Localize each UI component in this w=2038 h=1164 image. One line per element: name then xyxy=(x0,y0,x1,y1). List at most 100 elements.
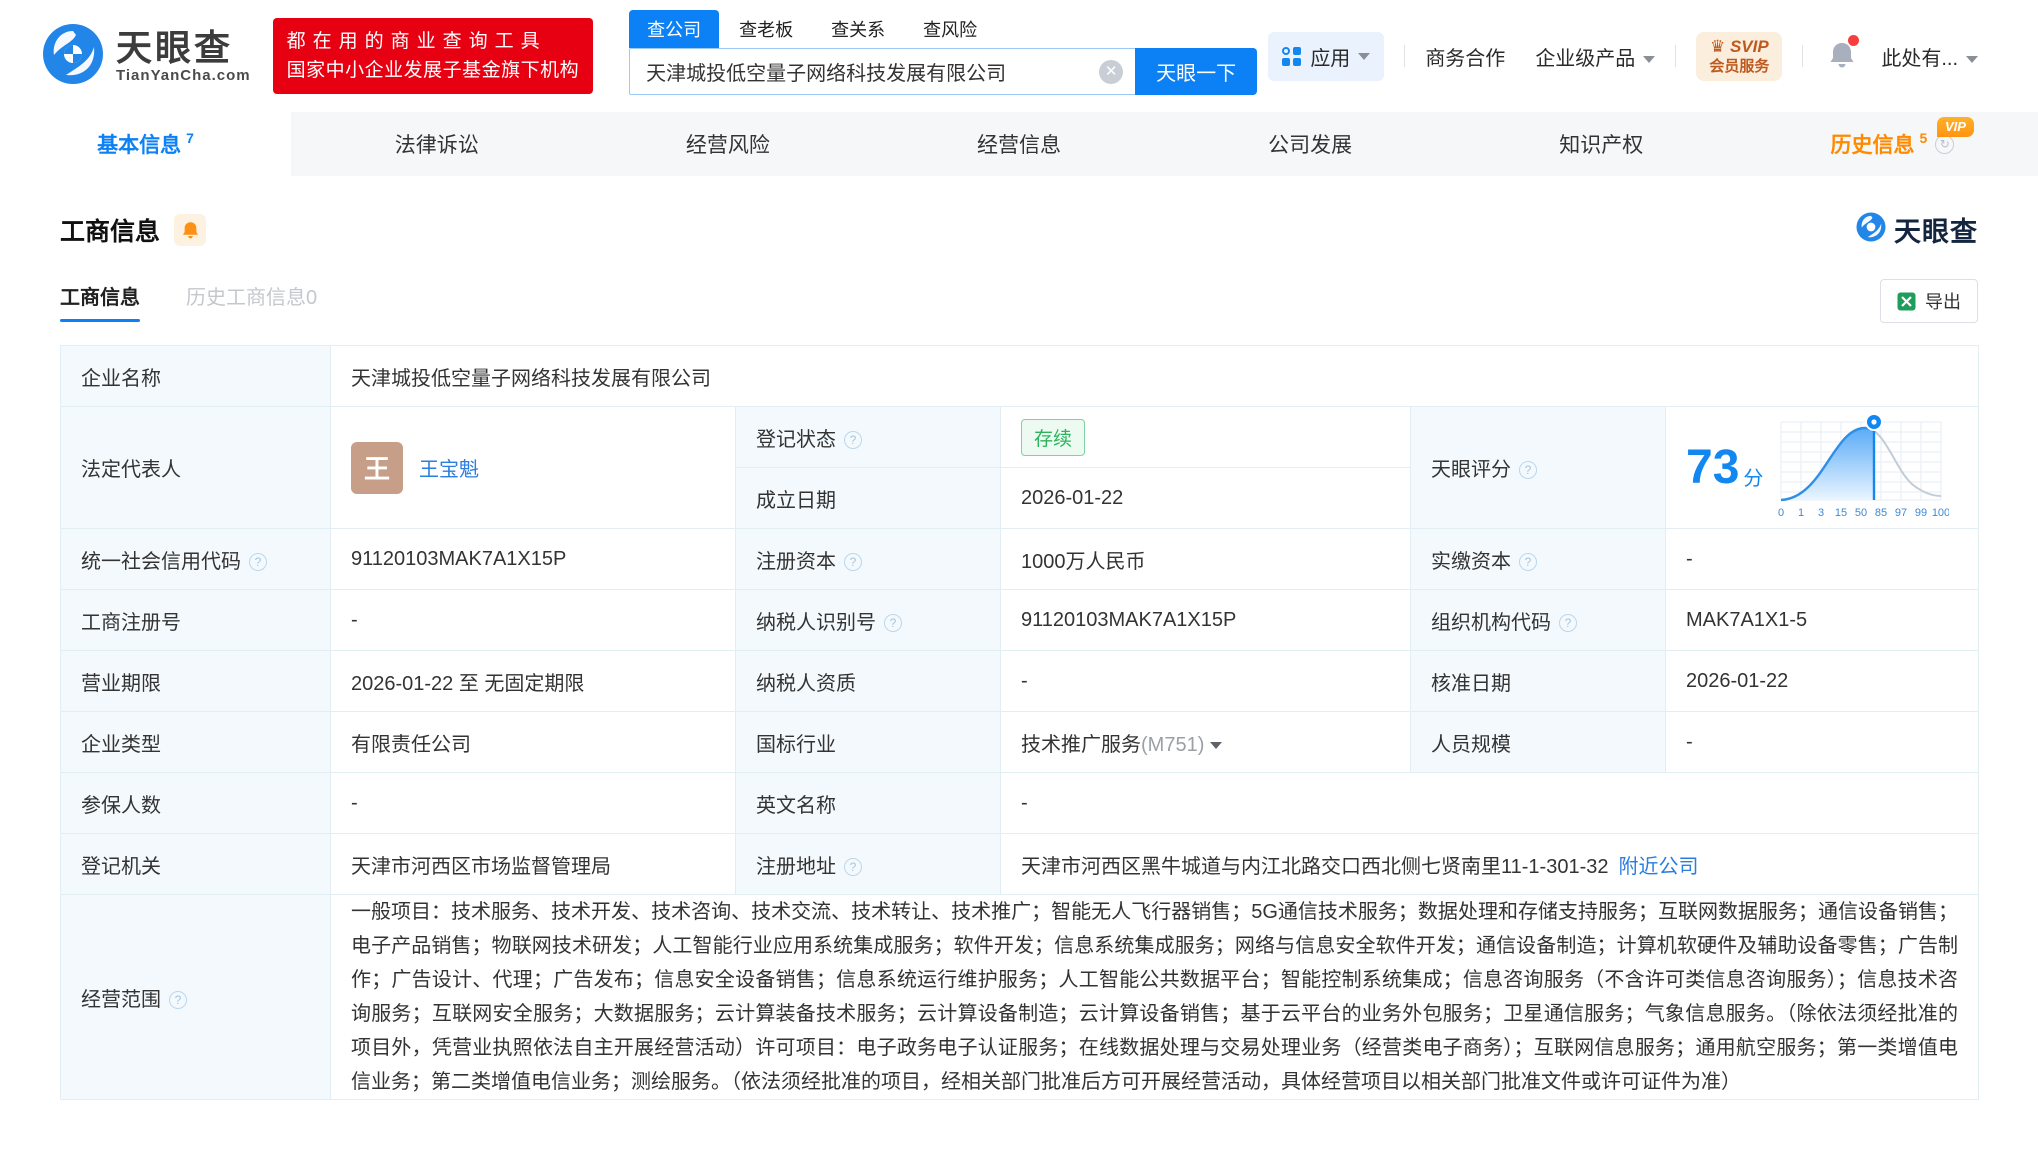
help-icon[interactable]: ? xyxy=(844,431,862,449)
svg-text:50: 50 xyxy=(1855,507,1867,519)
business-term-label: 营业期限 xyxy=(61,651,331,712)
search-tabs: 查公司 查老板 查关系 查风险 xyxy=(629,8,1257,48)
nav-business-coop[interactable]: 商务合作 xyxy=(1425,42,1505,71)
industry-value[interactable]: 技术推广服务(M751) xyxy=(1001,712,1411,773)
chevron-down-icon xyxy=(1643,56,1655,63)
search-tab-company[interactable]: 查公司 xyxy=(629,10,719,48)
help-icon[interactable]: ? xyxy=(1519,553,1537,571)
chevron-down-icon xyxy=(1358,53,1370,60)
divider xyxy=(1404,45,1405,67)
tianyancha-eye-icon xyxy=(42,23,104,90)
help-icon[interactable]: ? xyxy=(884,614,902,632)
tab-operation-risk[interactable]: 经营风险 xyxy=(582,112,873,176)
account-menu[interactable]: 此处有... xyxy=(1881,42,1978,71)
promo-banner: 都在用的商业查询工具 国家中小企业发展子基金旗下机构 xyxy=(273,18,594,94)
reg-capital-value: 1000万人民币 xyxy=(1001,529,1411,590)
tab-operation-info[interactable]: 经营信息 xyxy=(873,112,1164,176)
svg-text:0: 0 xyxy=(1778,507,1784,519)
header: 天眼查 TianYanCha.com 都在用的商业查询工具 国家中小企业发展子基… xyxy=(0,0,2038,112)
help-icon[interactable]: ? xyxy=(249,553,267,571)
table-row: 企业类型 有限责任公司 国标行业 技术推广服务(M751) 人员规模 - xyxy=(61,712,1979,773)
score-label: 天眼评分? xyxy=(1411,407,1666,529)
reg-authority-label: 登记机关 xyxy=(61,834,331,895)
establish-date-value: 2026-01-22 xyxy=(1001,468,1411,529)
taxpayer-quality-label: 纳税人资质 xyxy=(736,651,1001,712)
notification-bell-icon[interactable] xyxy=(1829,40,1855,73)
tab-intellectual-property[interactable]: 知识产权 xyxy=(1456,112,1747,176)
nearby-companies-link[interactable]: 附近公司 xyxy=(1618,856,1698,878)
subtab-business-info[interactable]: 工商信息 xyxy=(60,281,140,322)
tianyancha-logo[interactable]: 天眼查 TianYanCha.com xyxy=(42,23,251,90)
search-button[interactable]: 天眼一下 xyxy=(1135,48,1257,95)
score-cell[interactable]: 73 分 xyxy=(1666,407,1979,529)
table-row: 企业名称 天津城投低空量子网络科技发展有限公司 xyxy=(61,346,1979,407)
tab-legal-litigation[interactable]: 法律诉讼 xyxy=(291,112,582,176)
table-row: 统一社会信用代码? 91120103MAK7A1X15P 注册资本? 1000万… xyxy=(61,529,1979,590)
business-info-card: 工商信息 天眼查 工商信息 历史工商信息0 xyxy=(0,210,2038,1100)
chevron-down-icon xyxy=(1210,742,1222,749)
english-name-label: 英文名称 xyxy=(736,773,1001,834)
score-curve-chart: 0 1 3 15 50 85 97 99 100 xyxy=(1773,412,1949,524)
svg-text:15: 15 xyxy=(1835,507,1847,519)
org-code-label: 组织机构代码? xyxy=(1411,590,1666,651)
section-tab-bar: 基本信息7 法律诉讼 经营风险 经营信息 公司发展 知识产权 VIP 历史信息5… xyxy=(0,112,2038,176)
tab-basic-info[interactable]: 基本信息7 xyxy=(0,112,291,176)
approval-date-value: 2026-01-22 xyxy=(1666,651,1979,712)
tab-history-info[interactable]: VIP 历史信息5 ↻ xyxy=(1747,112,2038,176)
search-input[interactable] xyxy=(629,48,1135,95)
score-unit: 分 xyxy=(1743,462,1763,491)
legal-rep-avatar[interactable]: 王 xyxy=(351,442,403,494)
business-scope-value: 一般项目：技术服务、技术开发、技术咨询、技术交流、技术转让、技术推广；智能无人飞… xyxy=(331,895,1979,1100)
insured-count-label: 参保人数 xyxy=(61,773,331,834)
divider xyxy=(1802,45,1803,67)
reg-number-label: 工商注册号 xyxy=(61,590,331,651)
search-tab-relation[interactable]: 查关系 xyxy=(831,10,885,48)
paid-capital-value: - xyxy=(1666,529,1979,590)
help-icon[interactable]: ? xyxy=(169,991,187,1009)
english-name-value: - xyxy=(1001,773,1979,834)
apps-menu[interactable]: 应用 xyxy=(1268,32,1384,81)
table-row: 经营范围? 一般项目：技术服务、技术开发、技术咨询、技术交流、技术转让、技术推广… xyxy=(61,895,1979,1100)
clear-icon[interactable]: ✕ xyxy=(1099,60,1123,84)
company-name-value: 天津城投低空量子网络科技发展有限公司 xyxy=(331,346,1979,407)
credit-code-value: 91120103MAK7A1X15P xyxy=(331,529,736,590)
svg-text:97: 97 xyxy=(1895,507,1907,519)
brand-domain: TianYanCha.com xyxy=(116,67,251,84)
company-name-label: 企业名称 xyxy=(61,346,331,407)
search-tab-boss[interactable]: 查老板 xyxy=(739,10,793,48)
monitor-bell-icon[interactable] xyxy=(174,214,206,246)
help-icon[interactable]: ? xyxy=(844,858,862,876)
apps-grid-icon xyxy=(1282,47,1301,66)
search-tab-risk[interactable]: 查风险 xyxy=(923,10,977,48)
help-icon[interactable]: ? xyxy=(844,553,862,571)
notification-dot xyxy=(1848,35,1859,46)
svg-text:99: 99 xyxy=(1915,507,1927,519)
legal-rep-cell: 王 王宝魁 xyxy=(331,407,736,529)
nav-enterprise-products[interactable]: 企业级产品 xyxy=(1535,42,1655,71)
org-code-value: MAK7A1X1-5 xyxy=(1666,590,1979,651)
industry-code: (M751) xyxy=(1141,734,1204,756)
svg-text:3: 3 xyxy=(1818,507,1824,519)
company-type-value: 有限责任公司 xyxy=(331,712,736,773)
paid-capital-label: 实缴资本? xyxy=(1411,529,1666,590)
table-row: 营业期限 2026-01-22 至 无固定期限 纳税人资质 - 核准日期 202… xyxy=(61,651,1979,712)
business-scope-label: 经营范围? xyxy=(61,895,331,1100)
address-label: 注册地址? xyxy=(736,834,1001,895)
tianyancha-eye-icon xyxy=(1856,212,1886,247)
reg-authority-value: 天津市河西区市场监督管理局 xyxy=(331,834,736,895)
company-type-label: 企业类型 xyxy=(61,712,331,773)
legal-rep-name-link[interactable]: 王宝魁 xyxy=(419,453,479,482)
svg-text:1: 1 xyxy=(1798,507,1804,519)
divider xyxy=(1675,45,1676,67)
header-nav: 应用 商务合作 企业级产品 ♛ SVIP 会员服务 此处有... xyxy=(1268,32,1978,81)
tab-company-development[interactable]: 公司发展 xyxy=(1165,112,1456,176)
svg-text:100: 100 xyxy=(1932,507,1949,519)
export-button[interactable]: 导出 xyxy=(1880,279,1978,323)
help-icon[interactable]: ? xyxy=(1519,461,1537,479)
table-row: 参保人数 - 英文名称 - xyxy=(61,773,1979,834)
subtab-history-business-info[interactable]: 历史工商信息0 xyxy=(186,281,317,322)
taxpayer-id-label: 纳税人识别号? xyxy=(736,590,1001,651)
svg-text:85: 85 xyxy=(1875,507,1887,519)
help-icon[interactable]: ? xyxy=(1559,614,1577,632)
svip-member-button[interactable]: ♛ SVIP 会员服务 xyxy=(1696,32,1782,81)
